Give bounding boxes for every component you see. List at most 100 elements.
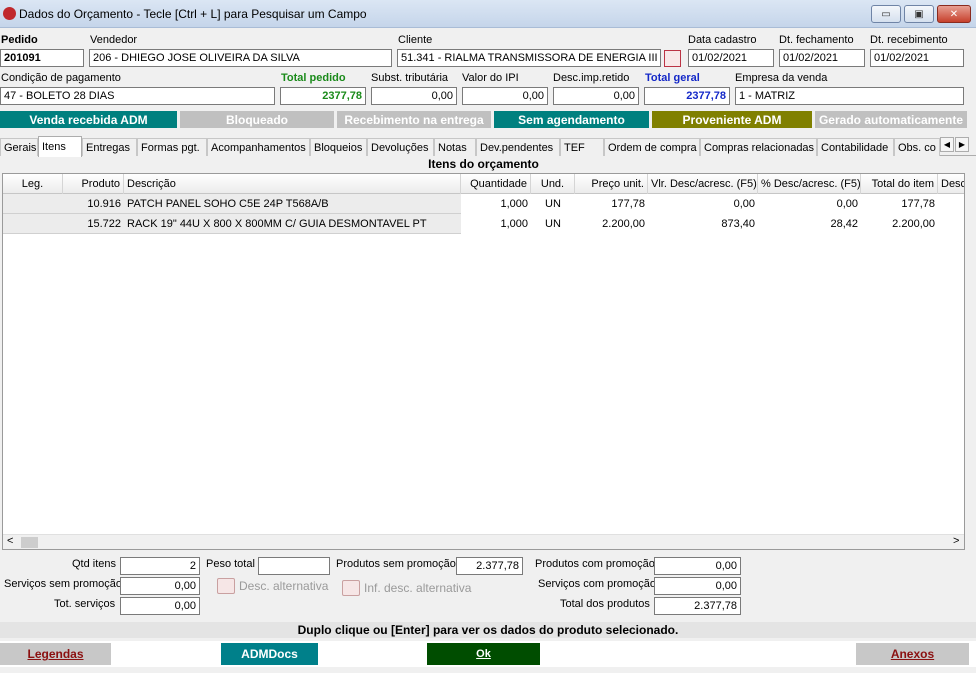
tab-entregas[interactable]: Entregas bbox=[82, 138, 137, 156]
cell-produto: 10.916 bbox=[87, 198, 121, 210]
minimize-button[interactable]: ▭ bbox=[871, 5, 901, 23]
empresa-label: Empresa da venda bbox=[735, 72, 828, 84]
ipi-field[interactable]: 0,00 bbox=[462, 87, 548, 105]
qtd-itens-label: Qtd itens bbox=[72, 558, 117, 570]
desc-imp-label: Desc.imp.retido bbox=[553, 72, 630, 84]
tot-servicos-label: Tot. serviços bbox=[54, 598, 116, 610]
tab-scroll-right-icon[interactable]: ▶ bbox=[955, 137, 969, 152]
col-leg[interactable]: Leg. bbox=[3, 174, 63, 194]
subst-field[interactable]: 0,00 bbox=[371, 87, 457, 105]
tab-bloqueios[interactable]: Bloqueios bbox=[310, 138, 367, 156]
pedido-field[interactable]: 201091 bbox=[0, 49, 84, 67]
cell-descricao: PATCH PANEL SOHO C5E 24P T568A/B bbox=[127, 198, 329, 210]
tab-gerais[interactable]: Gerais bbox=[0, 138, 38, 156]
scroll-left-icon[interactable]: < bbox=[7, 535, 13, 547]
total-produtos-label: Total dos produtos bbox=[560, 598, 650, 610]
close-button[interactable]: ✕ bbox=[937, 5, 971, 23]
cell-desc bbox=[938, 214, 964, 234]
total-pedido-label: Total pedido bbox=[281, 72, 346, 84]
prod-sem-promo-label: Produtos sem promoção bbox=[336, 558, 456, 570]
col-descricao[interactable]: Descrição bbox=[124, 174, 461, 194]
total-produtos-field[interactable]: 2.377,78 bbox=[654, 597, 741, 615]
cell-descricao: RACK 19" 44U X 800 X 800MM C/ GUIA DESMO… bbox=[127, 218, 427, 230]
cell-quantidade: 1,000 bbox=[461, 214, 531, 234]
tab-acompanhamentos[interactable]: Acompanhamentos bbox=[207, 138, 310, 156]
pedido-label: Pedido bbox=[1, 34, 38, 46]
cell-und: UN bbox=[531, 194, 575, 214]
anexos-button[interactable]: Anexos bbox=[856, 643, 969, 665]
tab-scroll-left-icon[interactable]: ◀ bbox=[940, 137, 954, 152]
col-produto[interactable]: Produto bbox=[63, 174, 124, 194]
tab-obs[interactable]: Obs. co bbox=[894, 138, 940, 156]
scroll-thumb[interactable] bbox=[21, 537, 38, 548]
dt-fechamento-field[interactable]: 01/02/2021 bbox=[779, 49, 865, 67]
col-und[interactable]: Und. bbox=[531, 174, 575, 194]
tab-devolucoes[interactable]: Devoluções bbox=[367, 138, 434, 156]
desc-alternativa-button[interactable]: Desc. alternativa bbox=[217, 578, 328, 594]
tab-compras-relacionadas[interactable]: Compras relacionadas bbox=[700, 138, 817, 156]
maximize-button[interactable]: ▣ bbox=[904, 5, 934, 23]
info-icon bbox=[342, 580, 360, 596]
cell-leg bbox=[3, 194, 63, 214]
ok-button[interactable]: Ok bbox=[427, 643, 540, 665]
prod-sem-promo-field[interactable]: 2.377,78 bbox=[456, 557, 523, 575]
condicao-label: Condição de pagamento bbox=[1, 72, 121, 84]
empresa-field[interactable]: 1 - MATRIZ bbox=[735, 87, 964, 105]
cell-quantidade: 1,000 bbox=[461, 194, 531, 214]
dt-recebimento-field[interactable]: 01/02/2021 bbox=[870, 49, 964, 67]
col-desc[interactable]: Desc bbox=[938, 174, 964, 194]
cell-desc bbox=[938, 194, 964, 214]
cell-pct-desc: 28,42 bbox=[758, 214, 861, 234]
serv-com-promo-label: Serviços com promoção bbox=[538, 578, 656, 590]
cell-pct-desc: 0,00 bbox=[758, 194, 861, 214]
items-grid[interactable]: Leg. Produto Descrição Quantidade Und. P… bbox=[2, 173, 965, 550]
horizontal-scrollbar[interactable]: < > bbox=[3, 534, 964, 549]
table-row[interactable]: 10.916 PATCH PANEL SOHO C5E 24P T568A/B … bbox=[3, 194, 964, 214]
tab-ordem-de-compra[interactable]: Ordem de compra bbox=[604, 138, 700, 156]
inf-desc-alternativa-button[interactable]: Inf. desc. alternativa bbox=[342, 580, 471, 596]
legendas-button[interactable]: Legendas bbox=[0, 643, 111, 665]
col-quantidade[interactable]: Quantidade bbox=[461, 174, 531, 194]
tab-contabilidade[interactable]: Contabilidade bbox=[817, 138, 894, 156]
cell-produto: 15.722 bbox=[87, 218, 121, 230]
tot-servicos-field[interactable]: 0,00 bbox=[120, 597, 200, 615]
data-cadastro-field[interactable]: 01/02/2021 bbox=[688, 49, 774, 67]
cell-preco: 177,78 bbox=[575, 194, 648, 214]
total-pedido-field[interactable]: 2377,78 bbox=[280, 87, 366, 105]
items-title: Itens do orçamento bbox=[2, 157, 965, 172]
col-pct-desc[interactable]: % Desc/acresc. (F5) bbox=[758, 174, 861, 194]
vendedor-field[interactable]: 206 - DHIEGO JOSE OLIVEIRA DA SILVA bbox=[89, 49, 392, 67]
status-bloqueado: Bloqueado bbox=[180, 111, 334, 128]
cell-total: 177,78 bbox=[861, 194, 938, 214]
serv-sem-promo-field[interactable]: 0,00 bbox=[120, 577, 200, 595]
cell-preco: 2.200,00 bbox=[575, 214, 648, 234]
tab-notas[interactable]: Notas bbox=[434, 138, 476, 156]
calculator-icon bbox=[217, 578, 235, 594]
serv-com-promo-field[interactable]: 0,00 bbox=[654, 577, 741, 595]
prod-com-promo-field[interactable]: 0,00 bbox=[654, 557, 741, 575]
table-row[interactable]: 15.722 RACK 19" 44U X 800 X 800MM C/ GUI… bbox=[3, 214, 964, 234]
desc-imp-field[interactable]: 0,00 bbox=[553, 87, 639, 105]
scroll-right-icon[interactable]: > bbox=[953, 535, 959, 547]
cliente-label: Cliente bbox=[398, 34, 433, 46]
tab-dev-pendentes[interactable]: Dev.pendentes bbox=[476, 138, 560, 156]
tab-formas-pgt[interactable]: Formas pgt. bbox=[137, 138, 207, 156]
cliente-field[interactable]: 51.341 - RIALMA TRANSMISSORA DE ENERGIA … bbox=[397, 49, 661, 67]
col-preco-unit[interactable]: Preço unit. bbox=[575, 174, 648, 194]
client-search-icon[interactable] bbox=[664, 50, 681, 67]
hint-bar: Duplo clique ou [Enter] para ver os dado… bbox=[0, 622, 976, 638]
total-geral-field[interactable]: 2377,78 bbox=[644, 87, 730, 105]
tab-tef[interactable]: TEF bbox=[560, 138, 604, 156]
qtd-itens-field[interactable]: 2 bbox=[120, 557, 200, 575]
status-proveniente-adm: Proveniente ADM bbox=[652, 111, 812, 128]
tab-itens[interactable]: Itens bbox=[38, 136, 82, 157]
col-total-item[interactable]: Total do item bbox=[861, 174, 938, 194]
admdocs-button[interactable]: ADMDocs bbox=[221, 643, 318, 665]
cell-vlr-desc: 0,00 bbox=[648, 194, 758, 214]
ipi-label: Valor do IPI bbox=[462, 72, 519, 84]
peso-total-field[interactable] bbox=[258, 557, 330, 575]
dt-fechamento-label: Dt. fechamento bbox=[779, 34, 854, 46]
condicao-field[interactable]: 47 - BOLETO 28 DIAS bbox=[0, 87, 275, 105]
peso-total-label: Peso total bbox=[206, 558, 255, 570]
col-vlr-desc[interactable]: Vlr. Desc/acresc. (F5) bbox=[648, 174, 758, 194]
